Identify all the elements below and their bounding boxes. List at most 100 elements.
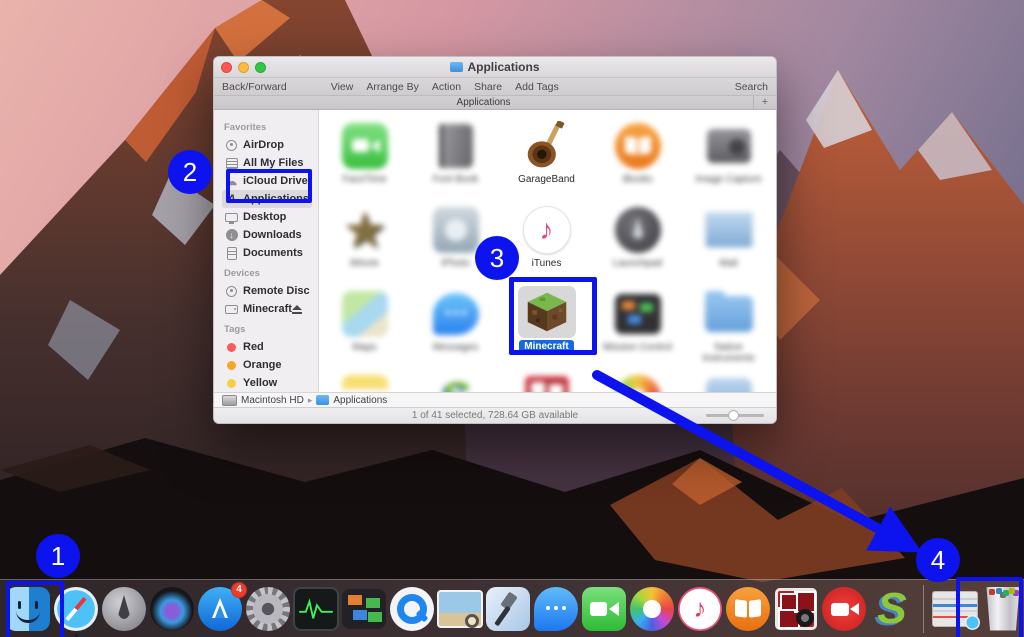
maps-icon [342, 291, 388, 337]
dock-trash[interactable] [980, 586, 1024, 632]
window-title: Applications [214, 60, 776, 74]
sidebar-item-tag-yellow[interactable]: Yellow [222, 374, 312, 392]
dock-itunes[interactable]: ♪ [677, 586, 723, 632]
dock-safari[interactable] [53, 586, 99, 632]
icloud-icon: ☁ [225, 175, 238, 188]
app-facetime[interactable]: FaceTime [319, 116, 410, 200]
app-font-book[interactable]: Font Book [410, 116, 501, 200]
photos-icon [615, 375, 661, 392]
activity-monitor-icon [293, 587, 339, 631]
dock-system-preferences[interactable] [245, 586, 291, 632]
app-photo-booth[interactable] [501, 368, 592, 392]
dock-launchpad[interactable] [101, 586, 147, 632]
app-blue[interactable] [683, 368, 774, 392]
app-launchpad[interactable]: Launchpad [592, 200, 683, 284]
yellow-tag-icon [225, 377, 238, 390]
app-photos[interactable] [592, 368, 683, 392]
app-maps[interactable]: Maps [319, 284, 410, 368]
app-messages[interactable]: Messages [410, 284, 501, 368]
dock-siri[interactable] [149, 586, 195, 632]
trash-icon [985, 587, 1021, 631]
dock-xcode[interactable] [485, 586, 531, 632]
dock-green-s-app[interactable]: S [869, 586, 915, 632]
path-bar: Macintosh HD ▸ Applications [214, 392, 776, 407]
app-native-instruments[interactable]: Native Instruments [683, 284, 774, 368]
dock-app-store[interactable]: 4 [197, 586, 243, 632]
red-tag-icon [225, 341, 238, 354]
app-image-capture[interactable]: Image Capture [683, 116, 774, 200]
sidebar-item-icloud-drive[interactable]: ☁iCloud Drive [222, 172, 312, 190]
title-bar[interactable]: Applications [214, 57, 776, 78]
sidebar-item-applications[interactable]: AApplications [222, 190, 312, 208]
dock-mission-control[interactable] [341, 586, 387, 632]
app-iphoto[interactable]: iPhoto [410, 200, 501, 284]
action-button[interactable]: Action [432, 81, 461, 93]
finder-window: Applications Back/Forward View Arrange B… [213, 56, 777, 424]
app-garageband[interactable]: GarageBand [501, 116, 592, 200]
green-s-app-icon: S [441, 376, 470, 392]
add-tags-button[interactable]: Add Tags [515, 81, 559, 93]
dock-photo-booth[interactable] [773, 586, 819, 632]
app-ibooks[interactable]: iBooks [592, 116, 683, 200]
sidebar-item-all-my-files[interactable]: All My Files [222, 154, 312, 172]
new-tab-button[interactable]: + [753, 96, 776, 109]
file-grid: FaceTime Font Book GarageBand iBooks Ima… [319, 110, 776, 392]
app-itunes[interactable]: ♪iTunes [501, 200, 592, 284]
status-bar: 1 of 41 selected, 728.64 GB available [214, 407, 776, 423]
dock-messages[interactable] [533, 586, 579, 632]
path-applications[interactable]: Applications [333, 395, 387, 406]
dock-photos[interactable] [629, 586, 675, 632]
dock-video-camera-app[interactable] [821, 586, 867, 632]
app-minecraft[interactable]: Minecraft [501, 284, 592, 368]
sidebar-item-tag-orange[interactable]: Orange [222, 356, 312, 374]
image-capture-icon [707, 129, 751, 163]
messages-icon [534, 587, 578, 631]
icon-size-slider[interactable] [706, 414, 764, 417]
dock-facetime[interactable] [581, 586, 627, 632]
status-text: 1 of 41 selected, 728.64 GB available [412, 410, 578, 421]
airdrop-icon [225, 139, 238, 152]
notes-icon [342, 375, 388, 392]
dock-activity-monitor[interactable] [293, 586, 339, 632]
sidebar-section-tags: Tags [224, 324, 318, 335]
sidebar-item-minecraft-device[interactable]: Minecraft [222, 300, 312, 318]
eject-icon[interactable] [292, 305, 302, 314]
slider-knob[interactable] [728, 410, 739, 421]
sidebar-item-airdrop[interactable]: AirDrop [222, 136, 312, 154]
itunes-icon: ♪ [524, 207, 570, 253]
app-green-s[interactable]: S [410, 368, 501, 392]
hard-drive-icon [222, 395, 237, 406]
dock-quicktime[interactable] [389, 586, 435, 632]
sidebar-item-remote-disc[interactable]: Remote Disc [222, 282, 312, 300]
downloads-icon: ↓ [225, 229, 238, 242]
app-mission-control[interactable]: Mission Control [592, 284, 683, 368]
dock-finder[interactable] [5, 586, 51, 632]
app-imovie[interactable]: ★iMovie [319, 200, 410, 284]
sidebar-item-desktop[interactable]: Desktop [222, 208, 312, 226]
messages-icon [433, 293, 479, 335]
dock-minimized-window[interactable] [932, 586, 978, 632]
mail-icon [704, 211, 754, 249]
video-camera-icon [822, 587, 866, 631]
xcode-icon [486, 587, 530, 631]
dock-ibooks[interactable] [725, 586, 771, 632]
share-button[interactable]: Share [474, 81, 502, 93]
back-forward-button[interactable]: Back/Forward [222, 81, 287, 93]
itunes-icon: ♪ [678, 587, 722, 631]
sidebar-item-documents[interactable]: Documents [222, 244, 312, 262]
arrange-by-button[interactable]: Arrange By [366, 81, 419, 93]
dock-preview[interactable] [437, 586, 483, 632]
toolbar: Back/Forward View Arrange By Action Shar… [214, 78, 776, 96]
app-notes[interactable] [319, 368, 410, 392]
sidebar-item-downloads[interactable]: ↓Downloads [222, 226, 312, 244]
search-button[interactable]: Search [735, 81, 768, 93]
sidebar-item-tag-red[interactable]: Red [222, 338, 312, 356]
app-mail[interactable]: Mail [683, 200, 774, 284]
tab-applications[interactable]: Applications [214, 97, 753, 108]
view-button[interactable]: View [331, 81, 354, 93]
path-macintosh-hd[interactable]: Macintosh HD [241, 395, 304, 406]
running-indicator [75, 634, 78, 637]
launchpad-icon [615, 207, 661, 253]
minecraft-icon [525, 290, 569, 334]
desktop-icon [225, 211, 238, 224]
